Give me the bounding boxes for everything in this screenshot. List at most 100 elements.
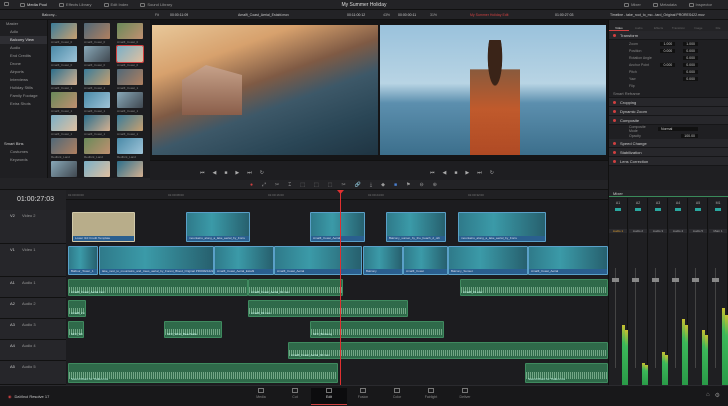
fader-track[interactable] [695, 268, 696, 368]
inspector-tab-transition[interactable]: Transition [668, 20, 688, 31]
inspector-tab-video[interactable]: Video [609, 20, 629, 31]
fader-handle[interactable] [712, 278, 719, 282]
audio-clip[interactable]: Amalfi_01.wav [460, 279, 608, 296]
param-y-field[interactable]: 0.000 [683, 69, 698, 74]
media-thumbnail[interactable]: Amalfi_Coast_0 [117, 23, 143, 46]
track-name[interactable]: Audio 2 [22, 301, 36, 306]
inspector-section[interactable]: Dynamic Zoom [609, 107, 728, 116]
audio-clip[interactable]: Amalfi_Coast_Aerial_02.mov [288, 342, 608, 359]
enable-toggle-icon[interactable] [613, 159, 616, 163]
bin-item[interactable]: Extra Shots [0, 100, 47, 108]
video-clip[interactable]: lake_next_to_mountains_and_trees_aerial_… [99, 246, 214, 275]
media-thumbnail[interactable]: Amalfi_Coast_1 [84, 92, 110, 115]
fader-handle[interactable] [672, 278, 679, 282]
media-thumbnail[interactable]: Amalfi_Coast_1 [51, 69, 77, 92]
audio-clip[interactable]: SFX_Wind_Beachside [164, 321, 222, 338]
video-clip[interactable]: Amalfi_Coast [403, 246, 448, 275]
video-clip[interactable]: Balcony_Sunset [448, 246, 528, 275]
bin-item[interactable]: Interviews [0, 76, 47, 84]
fader-handle[interactable] [632, 278, 639, 282]
media-thumbnail[interactable]: Redfork_Land [117, 138, 143, 161]
tab-effects-library[interactable]: Effects Library [59, 2, 92, 7]
smart-bin-costumes[interactable]: Costumes [0, 148, 28, 156]
bin-item[interactable]: Adlo [0, 28, 47, 36]
media-thumbnail[interactable]: Amalfi_Coast_0 [51, 46, 77, 69]
strip-name[interactable]: Main 1 [709, 229, 727, 233]
bin-master[interactable]: Master [0, 20, 47, 28]
param-y-field[interactable]: 1.000 [683, 41, 698, 46]
bin-item[interactable]: Airports [0, 68, 47, 76]
media-thumbnail[interactable]: Amalfi_Coast_1 [84, 69, 110, 92]
track-header-a3[interactable]: A3 Audio 3 [0, 319, 66, 340]
strip-name[interactable]: Audio 3 [649, 229, 667, 233]
enable-toggle-icon[interactable] [613, 118, 616, 122]
strip-name[interactable]: Audio 5 [689, 229, 707, 233]
source-transport[interactable]: ⏮ ◀ ■ ▶ ⏭ ↻ [200, 170, 264, 176]
opacity-field[interactable]: 100.00 [681, 133, 698, 138]
page-deliver[interactable]: Deliver [447, 388, 483, 399]
edit-tools[interactable]: ● ⤢ ✂ ⌶ ⬚ ⬚ ⬚ ✂ 🔗 ⤓ ◆ ■ ⚑ ⊖ ⊕ [250, 182, 437, 188]
audio-clip[interactable]: Amalfi_Coast_Aerial_01.mov [248, 279, 343, 296]
strip-name[interactable]: Audio 1 [609, 229, 627, 233]
timeline-ruler[interactable]: 01:00:00:00 01:00:08:00 01:00:16:00 01:00:2… [66, 190, 608, 200]
track-header-a5[interactable]: A5 Audio 5 [0, 361, 66, 385]
param-x-field[interactable]: 0.000 [660, 62, 676, 67]
bin-dropdown[interactable]: Balcony... [42, 13, 57, 17]
tab-metadata[interactable]: Metadata [652, 2, 677, 7]
inspector-tab-audio[interactable]: Audio [629, 20, 649, 31]
audio-clip[interactable]: Sound Music for Trailer.mov [525, 363, 608, 383]
video-clip[interactable]: Amalfi_Coast_Aerial [310, 212, 365, 242]
playhead[interactable] [340, 190, 341, 385]
media-thumbnail[interactable]: Amalfi_Coast_1 [117, 92, 143, 115]
tab-inspector[interactable]: Inspector [688, 2, 712, 7]
bin-item[interactable]: End Credits [0, 52, 47, 60]
bin-item[interactable]: Family Footage [0, 92, 47, 100]
track-header-a1[interactable]: A1 Audio 1 [0, 277, 66, 298]
media-thumbnail[interactable]: Amalfi_Coast_1 [117, 69, 143, 92]
fader-track[interactable] [615, 268, 616, 368]
strip-name[interactable]: Audio 4 [669, 229, 687, 233]
video-clip[interactable]: mountains_along_a_lake_aerial_by_Forre [458, 212, 546, 242]
timeline-viewer[interactable] [380, 25, 606, 155]
track-header-v1[interactable]: V1 Video 1 [0, 244, 66, 277]
video-clip[interactable]: Balfour_Tower_1 [68, 246, 98, 275]
param-y-field[interactable]: 0.000 [683, 48, 698, 53]
eq-indicator[interactable] [655, 208, 661, 211]
tab-media-pool[interactable]: Media Pool [20, 2, 47, 7]
source-zoom-fit[interactable]: Fit [155, 13, 159, 17]
param-y-field[interactable]: 0.000 [683, 55, 698, 60]
smart-bin-keywords[interactable]: Keywords [0, 156, 28, 164]
source-viewer[interactable] [152, 25, 378, 155]
inspector-section[interactable]: Lens Correction [609, 157, 728, 166]
param-y-field[interactable]: 0.000 [683, 62, 698, 67]
media-thumbnail[interactable]: Amalfi_Coast_1 [117, 115, 143, 138]
video-clip[interactable]: mountains_along_a_lake_aerial_by_Forre [186, 212, 250, 242]
media-thumbnail[interactable]: Amalfi_Coast_0 [116, 45, 144, 69]
page-color[interactable]: Color [379, 388, 415, 399]
enable-toggle-icon[interactable] [613, 109, 616, 113]
eq-indicator[interactable] [715, 208, 721, 211]
video-clip[interactable]: Balcony_sunset_by_the_beach_d_oth [386, 212, 446, 242]
enable-toggle-icon[interactable] [613, 100, 616, 104]
video-clip[interactable]: Amalfi_Coast_Aerial_Establ [214, 246, 274, 275]
video-clip[interactable]: Lower 3rd Credit Template [72, 212, 135, 242]
tab-edit-index[interactable]: Edit Index [103, 2, 128, 7]
page-cut[interactable]: Cut [277, 388, 313, 399]
media-thumbnail[interactable]: Amalfi_Coast_1 [51, 115, 77, 138]
menu-icon[interactable] [4, 2, 9, 8]
media-thumbnail[interactable]: Amalfi_Coast_0 [84, 23, 110, 46]
source-clip-name[interactable]: Amalfi_Coast_Aerial_Establ.mov [238, 13, 289, 17]
media-thumbnail[interactable]: Redfork_Land [84, 138, 110, 161]
fader-track[interactable] [635, 268, 636, 368]
inspector-section[interactable]: Stabilization [609, 148, 728, 157]
tab-sound-library[interactable]: Sound Library [140, 2, 172, 7]
enable-toggle-icon[interactable] [613, 141, 616, 145]
enable-toggle-icon[interactable] [613, 150, 616, 154]
inspector-section[interactable]: Cropping [609, 98, 728, 107]
fader-track[interactable] [675, 268, 676, 368]
transform-section[interactable]: Transform [609, 31, 728, 40]
bottom-right-icons[interactable]: ⌂ ⚙ [706, 392, 720, 399]
track-name[interactable]: Audio 1 [22, 280, 36, 285]
fader-handle[interactable] [692, 278, 699, 282]
bin-item[interactable]: Balcony View [0, 36, 47, 44]
